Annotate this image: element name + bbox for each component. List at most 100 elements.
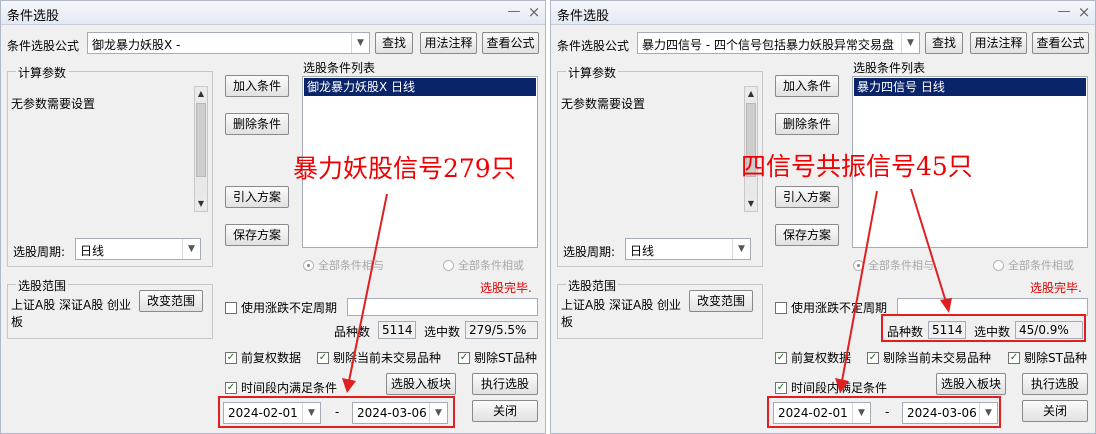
period-input[interactable] [347, 298, 538, 316]
checkmark-icon[interactable]: ✓ [775, 351, 787, 364]
checkmark-icon[interactable]: ✓ [317, 351, 329, 364]
checkmark-icon[interactable]: ✓ [458, 351, 470, 364]
use-variable-period-checkbox[interactable]: 使用涨跌不定周期 [775, 299, 887, 316]
usage-notes-button[interactable]: 用法注释 [420, 32, 477, 54]
checkmark-icon[interactable]: ✓ [867, 351, 879, 364]
find-button[interactable]: 查找 [925, 32, 963, 54]
formula-value: 御龙暴力妖股X - [92, 38, 181, 52]
period-select[interactable]: 日线 ▼ [75, 238, 201, 260]
highlight-box [218, 396, 455, 428]
condition-stock-picker-window: 条件选股 — × 条件选股公式 暴力四信号 - 四个信号包括暴力妖股异常交易盘 … [550, 0, 1096, 434]
close-button[interactable]: 关闭 [1022, 400, 1088, 422]
radio-all-or[interactable]: 全部条件相或 [993, 257, 1074, 273]
radio-all-and[interactable]: 全部条件相与 [303, 257, 384, 273]
range-title: 选股范围 [566, 277, 619, 294]
params-scrollbar[interactable]: ▲ ▼ [194, 86, 208, 212]
time-range-label: 时间段内满足条件 [791, 381, 888, 395]
save-scheme-button[interactable]: 保存方案 [225, 224, 289, 246]
exclude-st-checkbox[interactable]: ✓ 剔除ST品种 [1008, 349, 1087, 366]
period-label: 选股周期: [13, 245, 66, 259]
add-condition-button[interactable]: 加入条件 [225, 75, 289, 97]
import-scheme-button[interactable]: 引入方案 [225, 186, 289, 208]
use-variable-period-label: 使用涨跌不定周期 [791, 301, 888, 315]
close-icon[interactable]: × [1075, 3, 1093, 21]
selected-value: 279/5.5% [465, 321, 538, 339]
scroll-thumb[interactable] [196, 103, 206, 177]
adjusted-data-checkbox[interactable]: ✓ 前复权数据 [225, 349, 301, 366]
radio-all-and[interactable]: 全部条件相与 [853, 257, 934, 273]
exclude-st-label: 剔除ST品种 [1024, 351, 1087, 365]
radio-all-or-label: 全部条件相或 [458, 259, 524, 272]
time-range-label: 时间段内满足条件 [241, 381, 338, 395]
formula-select[interactable]: 暴力四信号 - 四个信号包括暴力妖股异常交易盘 ▼ [637, 32, 920, 54]
exclude-untraded-checkbox[interactable]: ✓ 剔除当前未交易品种 [867, 349, 991, 366]
add-condition-button[interactable]: 加入条件 [775, 75, 839, 97]
change-range-button[interactable]: 改变范围 [689, 290, 753, 312]
params-title: 计算参数 [16, 64, 69, 81]
add-to-block-button[interactable]: 选股入板块 [936, 373, 1006, 395]
chevron-down-icon[interactable]: ▼ [182, 239, 200, 259]
params-title: 计算参数 [566, 64, 619, 81]
save-scheme-button[interactable]: 保存方案 [775, 224, 839, 246]
window-title: 条件选股 [557, 9, 610, 24]
run-selection-button[interactable]: 执行选股 [1022, 373, 1088, 395]
view-formula-button[interactable]: 查看公式 [482, 32, 539, 54]
range-text: 上证A股 深证A股 创业板 [11, 298, 132, 329]
time-range-checkbox[interactable]: ✓ 时间段内满足条件 [775, 379, 887, 396]
radio-all-or-label: 全部条件相或 [1008, 259, 1074, 272]
radio-dot[interactable] [443, 259, 454, 271]
annotation-text: 四信号共振信号45只 [741, 152, 973, 181]
radio-all-and-label: 全部条件相与 [318, 259, 384, 272]
adjusted-data-checkbox[interactable]: ✓ 前复权数据 [775, 349, 851, 366]
delete-condition-button[interactable]: 删除条件 [775, 113, 839, 135]
annotation-text: 暴力妖股信号279只 [293, 154, 516, 183]
checkmark-icon[interactable]: ✓ [225, 381, 237, 394]
change-range-button[interactable]: 改变范围 [139, 290, 203, 312]
close-icon[interactable]: × [525, 3, 543, 21]
checkmark-icon[interactable]: ✓ [775, 381, 787, 394]
adjusted-data-label: 前复权数据 [241, 351, 302, 365]
close-button[interactable]: 关闭 [472, 400, 538, 422]
add-to-block-button[interactable]: 选股入板块 [386, 373, 456, 395]
scroll-up-icon[interactable]: ▲ [195, 87, 207, 101]
period-value: 日线 [630, 244, 655, 258]
period-value: 日线 [80, 244, 105, 258]
radio-dot[interactable] [303, 259, 314, 271]
range-title: 选股范围 [16, 277, 69, 294]
scroll-down-icon[interactable]: ▼ [745, 197, 757, 211]
radio-dot[interactable] [853, 259, 864, 271]
find-button[interactable]: 查找 [375, 32, 413, 54]
period-select[interactable]: 日线 ▼ [625, 238, 751, 260]
exclude-st-checkbox[interactable]: ✓ 剔除ST品种 [458, 349, 537, 366]
chevron-down-icon[interactable]: ▼ [351, 33, 369, 53]
title-bar[interactable]: 条件选股 — × [551, 1, 1095, 25]
checkmark-icon[interactable]: ✓ [225, 351, 237, 364]
delete-condition-button[interactable]: 删除条件 [225, 113, 289, 135]
radio-all-or[interactable]: 全部条件相或 [443, 257, 524, 273]
formula-select[interactable]: 御龙暴力妖股X - ▼ [87, 32, 370, 54]
chevron-down-icon[interactable]: ▼ [901, 33, 919, 53]
formula-label: 条件选股公式 [557, 39, 630, 53]
radio-dot[interactable] [993, 259, 1004, 271]
scroll-down-icon[interactable]: ▼ [195, 197, 207, 211]
time-range-checkbox[interactable]: ✓ 时间段内满足条件 [225, 379, 337, 396]
view-formula-button[interactable]: 查看公式 [1032, 32, 1089, 54]
title-bar[interactable]: 条件选股 — × [1, 1, 545, 25]
checkmark-icon[interactable]: ✓ [1008, 351, 1020, 364]
formula-label: 条件选股公式 [7, 39, 80, 53]
minimize-icon[interactable]: — [1055, 3, 1073, 21]
use-variable-period-label: 使用涨跌不定周期 [241, 301, 338, 315]
condition-list-item[interactable]: 暴力四信号 日线 [854, 78, 1086, 96]
minimize-icon[interactable]: — [505, 3, 523, 21]
chevron-down-icon[interactable]: ▼ [732, 239, 750, 259]
exclude-st-label: 剔除ST品种 [474, 351, 537, 365]
window-title: 条件选股 [7, 9, 60, 24]
usage-notes-button[interactable]: 用法注释 [970, 32, 1027, 54]
import-scheme-button[interactable]: 引入方案 [775, 186, 839, 208]
scroll-up-icon[interactable]: ▲ [745, 87, 757, 101]
exclude-untraded-checkbox[interactable]: ✓ 剔除当前未交易品种 [317, 349, 441, 366]
run-selection-button[interactable]: 执行选股 [472, 373, 538, 395]
status-text: 选股完毕. [480, 281, 532, 295]
use-variable-period-checkbox[interactable]: 使用涨跌不定周期 [225, 299, 337, 316]
condition-list-item[interactable]: 御龙暴力妖股X 日线 [304, 78, 536, 96]
